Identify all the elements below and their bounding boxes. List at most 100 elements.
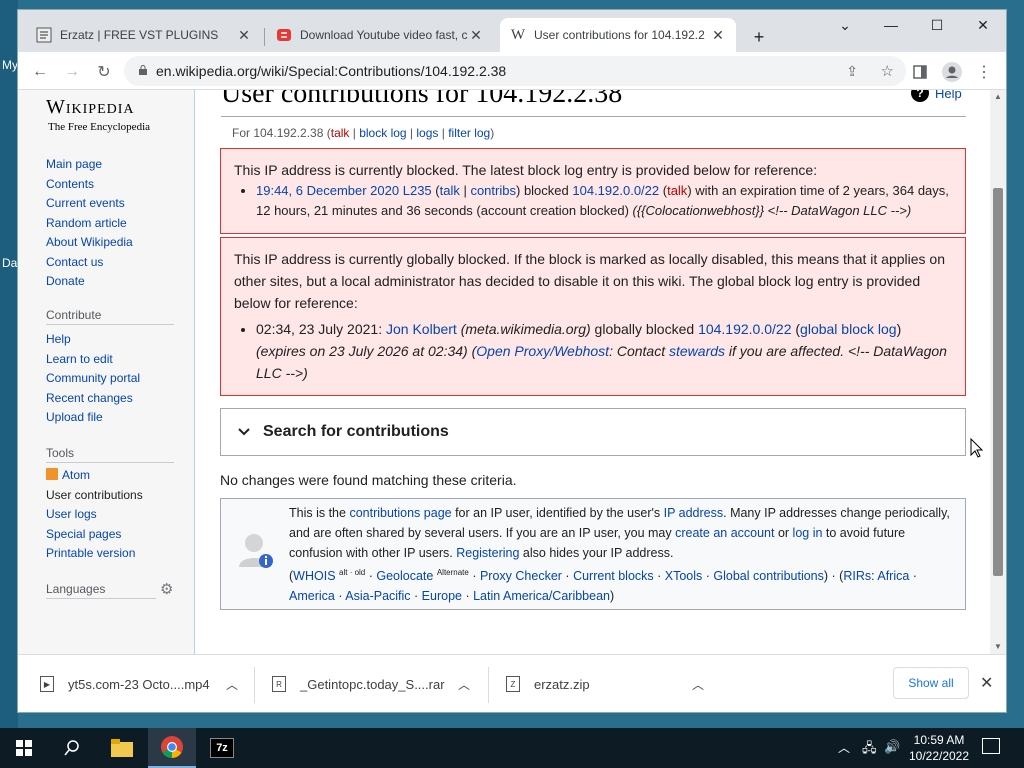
asia-pacific-link[interactable]: Asia-Pacific <box>345 589 410 603</box>
registering-link[interactable]: Registering <box>456 546 519 560</box>
contributions-page-link[interactable]: contributions page <box>349 506 451 520</box>
geolocate-link[interactable]: Geolocate <box>376 569 433 583</box>
clock[interactable]: 10:59 AM 10/22/2022 <box>904 732 974 764</box>
nav-contents[interactable]: Contents <box>46 175 186 195</box>
current-blocks-link[interactable]: Current blocks <box>573 569 654 583</box>
scrollbar[interactable]: ▲ ▼ <box>990 90 1006 654</box>
block-log-link[interactable]: block log <box>359 126 406 140</box>
close-downloads-icon[interactable]: ✕ <box>980 673 993 693</box>
nav-random-article[interactable]: Random article <box>46 214 186 234</box>
download-item-rar[interactable]: R _Getintopc.today_S....rar ︿ <box>272 667 478 701</box>
desktop-label-2: Da <box>2 256 18 270</box>
file-explorer-icon[interactable] <box>98 728 146 768</box>
logs-link[interactable]: logs <box>416 126 438 140</box>
close-icon[interactable]: ✕ <box>468 27 484 44</box>
nav-learn-to-edit[interactable]: Learn to edit <box>46 350 186 370</box>
7zip-icon[interactable]: 7z <box>198 728 246 768</box>
nav-user-logs[interactable]: User logs <box>46 505 186 525</box>
search-contributions-toggle[interactable]: Search for contributions <box>220 408 966 456</box>
profile-icon[interactable] <box>940 60 964 84</box>
search-icon[interactable] <box>48 728 96 768</box>
nav-user-contributions[interactable]: User contributions <box>46 486 186 506</box>
scrollbar-thumb[interactable] <box>993 188 1003 576</box>
global-contributions-link[interactable]: Global contributions <box>713 569 823 583</box>
stewards-link[interactable]: stewards <box>669 343 725 359</box>
volume-icon[interactable]: 🔊 <box>884 739 900 755</box>
scroll-up-icon[interactable]: ▲ <box>994 92 1002 101</box>
maximize-button[interactable]: ☐ <box>914 10 960 40</box>
minimize-button[interactable]: — <box>868 10 914 40</box>
range-link[interactable]: 104.192.0.0/22 <box>572 183 659 198</box>
windows-start-icon[interactable] <box>0 728 48 768</box>
talk-link[interactable]: talk <box>331 126 350 140</box>
chevron-up-icon[interactable]: ︿ <box>458 676 470 693</box>
admin-link[interactable]: L235 <box>403 183 432 198</box>
tray-chevron-icon[interactable]: ︿ <box>838 739 850 756</box>
address-bar[interactable]: en.wikipedia.org/wiki/Special:Contributi… <box>124 56 906 86</box>
open-proxy-link[interactable]: Open Proxy/Webhost <box>476 343 609 359</box>
scroll-down-icon[interactable]: ▼ <box>994 642 1002 651</box>
notifications-icon[interactable] <box>982 738 1000 754</box>
nav-about[interactable]: About Wikipedia <box>46 233 186 253</box>
nav-special-pages[interactable]: Special pages <box>46 525 186 545</box>
close-icon[interactable]: ✕ <box>710 27 726 44</box>
chevron-up-icon[interactable]: ︿ <box>226 676 238 693</box>
nav-upload-file[interactable]: Upload file <box>46 408 186 428</box>
admin-contribs-link[interactable]: contribs <box>470 183 516 198</box>
xtools-link[interactable]: XTools <box>665 569 703 583</box>
chevron-up-icon[interactable]: ︿ <box>692 676 704 693</box>
whois-link[interactable]: WHOIS <box>293 569 335 583</box>
rirs-link[interactable]: RIRs <box>843 569 871 583</box>
sidepanel-icon[interactable] <box>908 60 932 84</box>
download-item-mp4[interactable]: ▶ yt5s.com-23 Octo....mp4 ︿ <box>40 667 246 701</box>
global-admin-link[interactable]: Jon Kolbert <box>386 321 457 337</box>
tab-user-contributions[interactable]: W User contributions for 104.192.2 ✕ <box>500 18 736 52</box>
gear-icon[interactable]: ⚙ <box>160 580 173 598</box>
tab-search-dropdown-icon[interactable]: ⌄ <box>822 10 868 40</box>
new-tab-button[interactable]: + <box>744 22 774 52</box>
download-item-zip[interactable]: Z erzatz.zip ︿ <box>506 667 712 701</box>
filter-log-link[interactable]: filter log <box>448 126 490 140</box>
admin-talk-link[interactable]: talk <box>440 183 460 198</box>
global-block-log-link[interactable]: global block log <box>800 321 897 337</box>
wikipedia-logo[interactable]: Wikipedia <box>46 96 135 119</box>
africa-link[interactable]: Africa <box>877 569 909 583</box>
nav-atom[interactable]: Atom <box>46 466 186 486</box>
latin-america-link[interactable]: Latin America/Caribbean <box>473 589 610 603</box>
block-date-link[interactable]: 19:44, 6 December 2020 <box>256 183 399 198</box>
proxy-checker-link[interactable]: Proxy Checker <box>480 569 562 583</box>
nav-current-events[interactable]: Current events <box>46 194 186 214</box>
back-icon[interactable]: ← <box>28 60 52 84</box>
nav-recent-changes[interactable]: Recent changes <box>46 389 186 409</box>
window-close-button[interactable]: ✕ <box>960 10 1006 40</box>
tab-erzatz[interactable]: Erzatz | FREE VST PLUGINS ✕ <box>26 18 262 52</box>
show-all-button[interactable]: Show all <box>893 667 969 699</box>
block-reason: ({{Colocationwebhost}} <!-- DataWagon LL… <box>632 203 912 218</box>
lock-icon[interactable] <box>138 64 148 79</box>
europe-link[interactable]: Europe <box>422 589 462 603</box>
bookmark-star-icon[interactable]: ☆ <box>881 62 894 80</box>
help-link[interactable]: ? Help <box>911 90 962 102</box>
share-icon[interactable]: ⇪ <box>846 63 858 80</box>
ip-address-link[interactable]: IP address <box>664 506 724 520</box>
network-icon[interactable]: 🖧 <box>862 739 877 761</box>
chrome-taskbar-icon[interactable] <box>148 728 196 768</box>
geolocate-sup[interactable]: Alternate <box>437 568 469 577</box>
nav-printable-version[interactable]: Printable version <box>46 544 186 564</box>
global-range-link[interactable]: 104.192.0.0/22 <box>698 321 791 337</box>
nav-community-portal[interactable]: Community portal <box>46 369 186 389</box>
nav-donate[interactable]: Donate <box>46 272 186 292</box>
tab-youtube[interactable]: Download Youtube video fast, co ✕ <box>266 18 494 52</box>
america-link[interactable]: America <box>289 589 335 603</box>
menu-icon[interactable]: ⋮ <box>972 60 996 84</box>
create-account-link[interactable]: create an account <box>675 526 774 540</box>
range-talk-link[interactable]: talk <box>667 183 687 198</box>
whois-sup[interactable]: alt · old <box>339 568 365 577</box>
log-in-link[interactable]: log in <box>793 526 823 540</box>
reload-icon[interactable]: ↻ <box>92 60 116 84</box>
close-icon[interactable]: ✕ <box>236 27 252 44</box>
nav-main-page[interactable]: Main page <box>46 155 186 175</box>
nav-help[interactable]: Help <box>46 330 186 350</box>
nav-contact[interactable]: Contact us <box>46 253 186 273</box>
forward-icon[interactable]: → <box>60 60 84 84</box>
